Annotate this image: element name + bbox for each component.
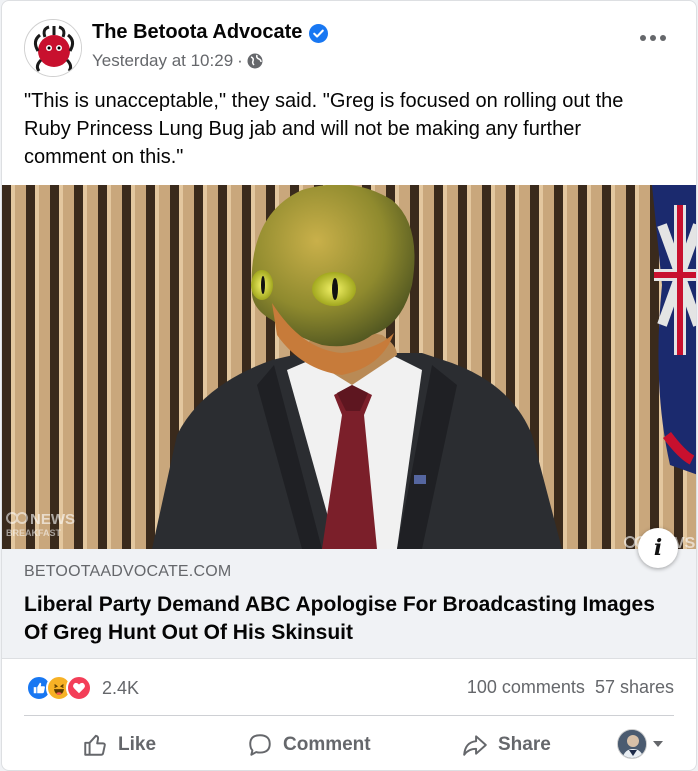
post-image[interactable]: NEWS BREAKFAST VS — [2, 185, 696, 549]
share-count[interactable]: 57 shares — [595, 677, 674, 698]
share-button[interactable]: Share — [462, 725, 551, 765]
comment-bubble-icon — [249, 734, 271, 756]
watermark-left: NEWS — [30, 511, 75, 528]
dot-icon — [640, 35, 646, 41]
page-avatar[interactable] — [24, 19, 82, 77]
share-arrow-icon — [463, 735, 487, 756]
page-name[interactable]: The Betoota Advocate — [92, 21, 302, 44]
thumbs-up-icon — [84, 734, 106, 756]
dot-icon — [650, 35, 656, 41]
link-title[interactable]: Liberal Party Demand ABC Apologise For B… — [24, 591, 664, 647]
engagement-stats: 100 comments 57 shares — [467, 677, 674, 698]
post-as-selector[interactable] — [617, 729, 663, 759]
watermark-left-sub: BREAKFAST — [6, 528, 62, 538]
post-header: The Betoota Advocate Yesterday at 10:29 … — [2, 1, 696, 79]
post-card: The Betoota Advocate Yesterday at 10:29 … — [1, 0, 697, 771]
post-timestamp[interactable]: Yesterday at 10:29 — [92, 51, 233, 71]
comment-label: Comment — [283, 734, 371, 755]
more-options-button[interactable] — [640, 35, 666, 45]
verified-badge-icon — [309, 24, 328, 43]
chevron-down-icon — [653, 741, 663, 747]
link-preview[interactable]: BETOOTAADVOCATE.COM Liberal Party Demand… — [2, 549, 696, 659]
like-label: Like — [118, 734, 157, 755]
reaction-summary[interactable]: 2.4K — [26, 673, 139, 703]
globe-icon — [247, 53, 263, 69]
info-button[interactable]: i — [638, 528, 678, 568]
love-reaction-icon — [66, 675, 92, 701]
divider — [24, 715, 674, 716]
like-button[interactable]: Like — [82, 725, 156, 765]
user-avatar — [617, 729, 647, 759]
reaction-count: 2.4K — [102, 677, 140, 698]
meta-separator: · — [237, 51, 243, 70]
action-bar: Like Comment Share — [2, 717, 696, 770]
share-label: Share — [498, 734, 551, 755]
dot-icon — [660, 35, 666, 41]
link-domain: BETOOTAADVOCATE.COM — [24, 563, 232, 580]
comment-button[interactable]: Comment — [247, 725, 371, 765]
post-text: "This is unacceptable," they said. "Greg… — [24, 90, 624, 168]
post-meta: Yesterday at 10:29 · — [92, 51, 263, 71]
comment-count[interactable]: 100 comments — [467, 677, 585, 698]
